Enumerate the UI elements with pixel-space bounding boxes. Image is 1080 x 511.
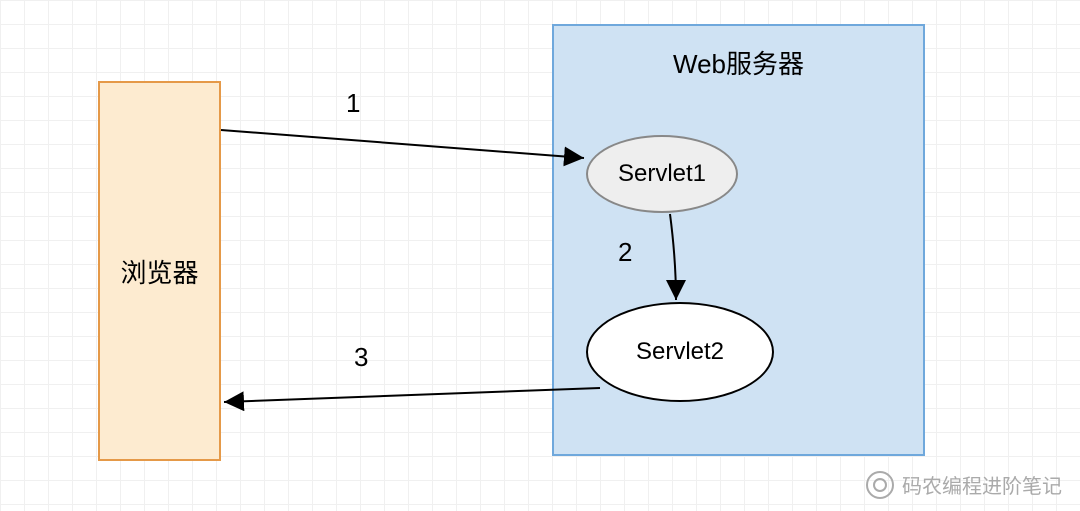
wechat-icon <box>866 471 894 499</box>
servlet1-node: Servlet1 <box>586 135 738 213</box>
watermark: 码农编程进阶笔记 <box>866 470 1062 499</box>
browser-label: 浏览器 <box>120 253 198 290</box>
servlet2-label: Servlet2 <box>636 338 724 366</box>
edge-label-3: 3 <box>354 342 368 373</box>
edge-1 <box>221 130 584 158</box>
browser-node: 浏览器 <box>98 81 221 461</box>
edge-label-2: 2 <box>618 237 632 268</box>
edge-3 <box>224 388 600 402</box>
servlet2-node: Servlet2 <box>586 302 774 402</box>
servlet1-label: Servlet1 <box>618 160 706 188</box>
watermark-text: 码农编程进阶笔记 <box>902 470 1062 499</box>
edge-label-1: 1 <box>346 88 360 119</box>
server-container: Web服务器 <box>552 24 925 456</box>
server-title: Web服务器 <box>673 44 804 81</box>
